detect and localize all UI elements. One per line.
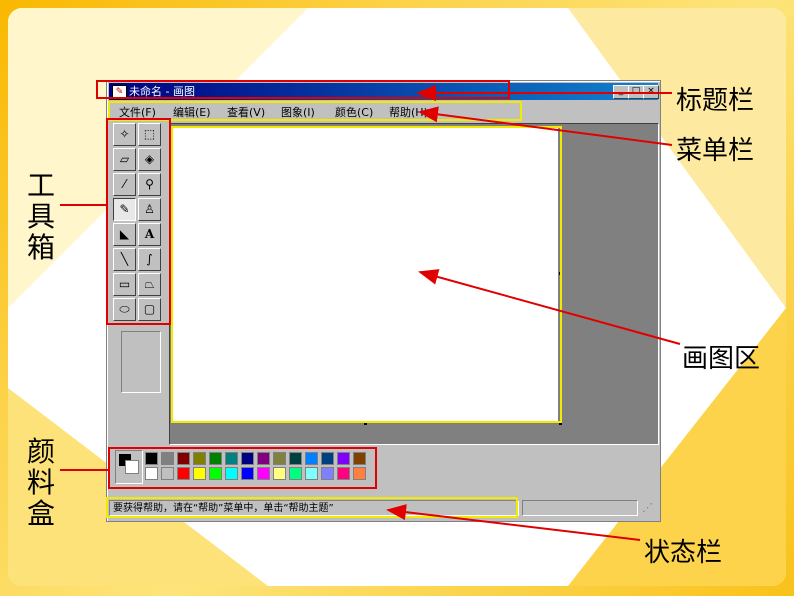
label-toolbox: 工具箱 [26,169,55,264]
label-status-bar: 状态栏 [644,538,723,568]
annotation-arrows [60,85,681,541]
label-color-box: 颜料盒 [26,435,55,530]
label-drawing-area: 画图区 [682,344,761,374]
label-menu-bar: 菜单栏 [676,136,755,166]
label-title-bar: 标题栏 [676,86,755,116]
